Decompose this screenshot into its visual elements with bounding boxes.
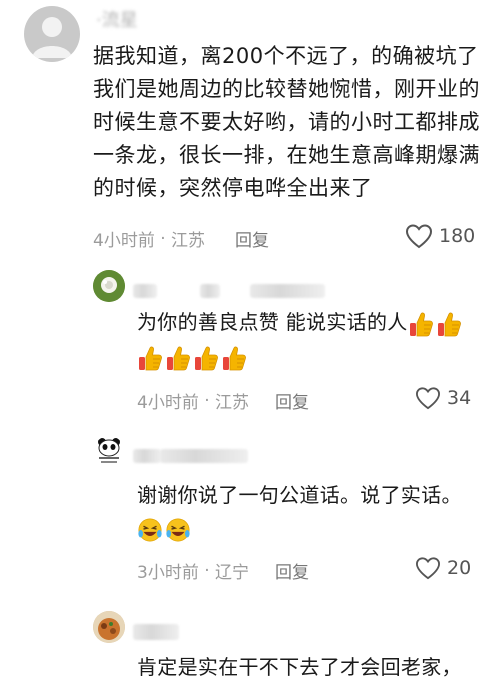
reply-text: 肯定是实在干不下去了才会回老家， (137, 652, 462, 682)
thumbs-up-emoji (167, 346, 190, 371)
heart-icon (415, 387, 441, 410)
emoji-row (408, 310, 464, 336)
meta-separator: · (198, 560, 216, 581)
like-count: 34 (447, 387, 472, 409)
reply-text-content: 肯定是实在干不下去了才会回老家， (137, 655, 462, 679)
reply-location: 辽宁 (215, 563, 250, 583)
like-button[interactable]: 20 (415, 556, 471, 580)
comment-line: 时候生意不要太好哟，请的小时工都排成 (93, 110, 480, 134)
reply-username-blurred[interactable] (133, 284, 157, 298)
reply-username-blurred (200, 284, 220, 298)
comment-line: 一条龙，很长一排，在她生意高峰期爆满 (93, 143, 480, 167)
emoji-row (137, 344, 249, 372)
like-count: 20 (447, 557, 472, 579)
reply-time: 3小时前 (137, 563, 199, 583)
reply-meta: 4小时前 · 江苏 回复 (137, 388, 309, 414)
comment-line: 的时候，突然停电哗全出来了 (93, 176, 373, 200)
thumbs-up-emoji (409, 312, 433, 336)
comment-line: 我们是她周边的比较替她惋惜，刚开业的 (93, 77, 480, 101)
thumbs-up-emoji (437, 312, 461, 336)
reply-text: 谢谢你说了一句公道话。说了实话。 (137, 480, 462, 510)
meta-separator: · (198, 390, 216, 411)
like-button[interactable]: 34 (415, 386, 471, 410)
laughing-crying-emoji (138, 518, 162, 542)
reply-text-content: 谢谢你说了一句公道话。说了实话。 (137, 483, 462, 507)
like-count: 180 (439, 225, 476, 247)
reply-avatar-food[interactable] (93, 611, 125, 643)
reply-username-blurred[interactable] (133, 449, 161, 463)
laughing-crying-emoji (166, 518, 190, 542)
reply-button[interactable]: 回复 (275, 388, 309, 413)
comment-meta: 4小时前 · 江苏 回复 (93, 226, 269, 252)
thumbs-up-emoji (139, 346, 162, 371)
reply-text: 为你的善良点赞 能说实话的人 (137, 307, 464, 338)
like-button[interactable]: 180 (405, 223, 475, 249)
reply-button[interactable]: 回复 (235, 226, 269, 251)
meta-separator: · (154, 228, 172, 249)
comment-line: 据我知道，离200个不远了，的确被坑了 (93, 44, 479, 68)
reply-meta: 3小时前 · 辽宁 回复 (137, 558, 309, 584)
comment-time: 4小时前 (93, 231, 155, 251)
reply-time: 4小时前 (137, 393, 199, 413)
thumbs-up-emoji (223, 346, 246, 371)
thumbs-up-emoji (195, 346, 218, 371)
commenter-avatar[interactable] (24, 6, 80, 62)
reply-button[interactable]: 回复 (275, 558, 309, 583)
reply-avatar-dandelion[interactable] (93, 270, 125, 302)
heart-icon (405, 224, 433, 249)
reply-username-blurred (160, 449, 248, 463)
heart-icon (415, 557, 441, 580)
comment-body: 据我知道，离200个不远了，的确被坑了 我们是她周边的比较替她惋惜，刚开业的 时… (93, 40, 480, 205)
reply-username-blurred (250, 284, 325, 298)
comment-location: 江苏 (171, 231, 206, 251)
reply-username-blurred[interactable] (133, 624, 179, 640)
commenter-username[interactable]: ·流星 (96, 6, 138, 32)
reply-text-content: 为你的善良点赞 能说实话的人 (137, 310, 408, 334)
reply-location: 江苏 (215, 393, 250, 413)
reply-avatar-panda[interactable] (93, 436, 125, 468)
emoji-row (137, 516, 193, 544)
